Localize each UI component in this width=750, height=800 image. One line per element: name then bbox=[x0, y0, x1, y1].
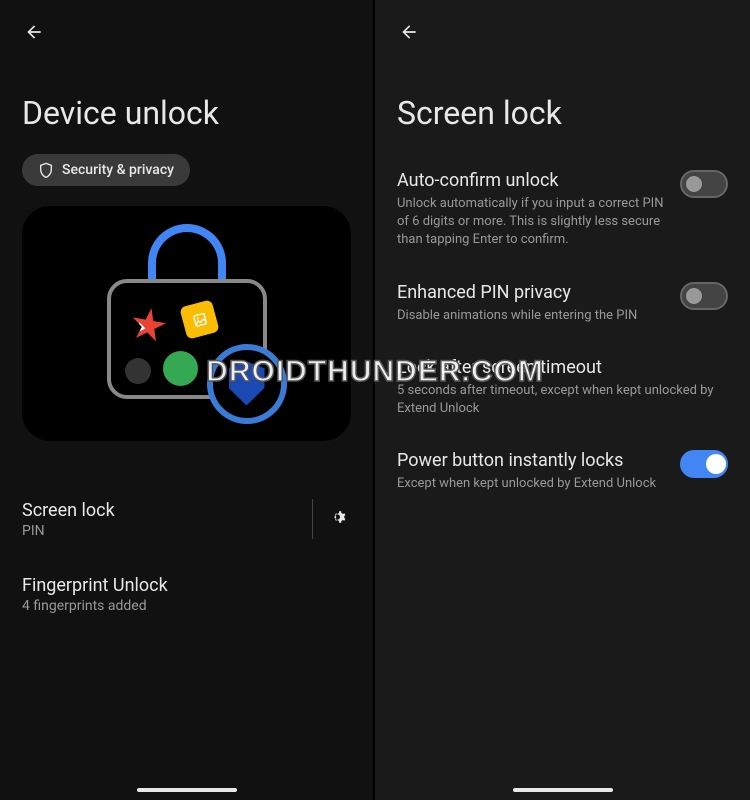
green-app-icon bbox=[163, 351, 198, 386]
screen-lock-settings-button[interactable] bbox=[329, 506, 351, 532]
toggle-text: Lock after screen timeout 5 seconds afte… bbox=[397, 357, 728, 418]
back-button[interactable] bbox=[22, 20, 46, 44]
power-button-locks-row[interactable]: Power button instantly locks Except when… bbox=[397, 434, 728, 509]
arrow-left-icon bbox=[399, 22, 419, 42]
enhanced-pin-toggle[interactable] bbox=[680, 282, 728, 310]
toggle-title: Auto-confirm unlock bbox=[397, 170, 664, 191]
screen-lock-panel: Screen lock Auto-confirm unlock Unlock a… bbox=[375, 0, 750, 800]
play-app-icon bbox=[128, 305, 169, 346]
settings-list: Auto-confirm unlock Unlock automatically… bbox=[397, 154, 728, 509]
toggle-title: Enhanced PIN privacy bbox=[397, 282, 664, 303]
photo-app-icon bbox=[179, 299, 219, 339]
toggle-text: Enhanced PIN privacy Disable animations … bbox=[397, 282, 664, 325]
security-privacy-chip[interactable]: Security & privacy bbox=[22, 154, 190, 186]
toggle-text: Auto-confirm unlock Unlock automatically… bbox=[397, 170, 664, 250]
shield-icon bbox=[38, 162, 54, 178]
nav-bar[interactable] bbox=[137, 788, 237, 792]
page-title: Device unlock bbox=[22, 94, 351, 132]
toggle-desc: Disable animations while entering the PI… bbox=[397, 307, 664, 325]
auto-confirm-unlock-row[interactable]: Auto-confirm unlock Unlock automatically… bbox=[397, 154, 728, 266]
setting-title: Fingerprint Unlock bbox=[22, 575, 351, 596]
shield-badge-icon bbox=[207, 344, 287, 424]
dark-dot-icon bbox=[125, 358, 151, 384]
toggle-desc: Unlock automatically if you input a corr… bbox=[397, 195, 664, 250]
enhanced-pin-privacy-row[interactable]: Enhanced PIN privacy Disable animations … bbox=[397, 266, 728, 341]
gear-icon bbox=[329, 506, 351, 528]
toggle-desc: Except when kept unlocked by Extend Unlo… bbox=[397, 475, 664, 493]
setting-subtitle: 4 fingerprints added bbox=[22, 598, 351, 614]
setting-title: Screen lock bbox=[22, 500, 296, 521]
page-title: Screen lock bbox=[397, 94, 728, 132]
screen-lock-row[interactable]: Screen lock PIN bbox=[22, 481, 351, 557]
chip-label: Security & privacy bbox=[62, 162, 174, 178]
back-button[interactable] bbox=[397, 20, 421, 44]
toggle-title: Lock after screen timeout bbox=[397, 357, 728, 378]
fingerprint-unlock-row[interactable]: Fingerprint Unlock 4 fingerprints added bbox=[22, 557, 351, 632]
setting-subtitle: PIN bbox=[22, 523, 296, 539]
lock-after-timeout-row[interactable]: Lock after screen timeout 5 seconds afte… bbox=[397, 341, 728, 434]
toggle-title: Power button instantly locks bbox=[397, 450, 664, 471]
illustration-card bbox=[22, 206, 351, 441]
arrow-left-icon bbox=[24, 22, 44, 42]
auto-confirm-toggle[interactable] bbox=[680, 170, 728, 198]
device-unlock-panel: Device unlock Security & privacy Screen … bbox=[0, 0, 375, 800]
divider bbox=[312, 499, 313, 539]
toggle-desc: 5 seconds after timeout, except when kep… bbox=[397, 382, 728, 418]
nav-bar[interactable] bbox=[513, 788, 613, 792]
setting-text: Fingerprint Unlock 4 fingerprints added bbox=[22, 575, 351, 614]
power-button-toggle[interactable] bbox=[680, 450, 728, 478]
toggle-text: Power button instantly locks Except when… bbox=[397, 450, 664, 493]
setting-text: Screen lock PIN bbox=[22, 500, 296, 539]
lock-illustration bbox=[97, 219, 277, 429]
